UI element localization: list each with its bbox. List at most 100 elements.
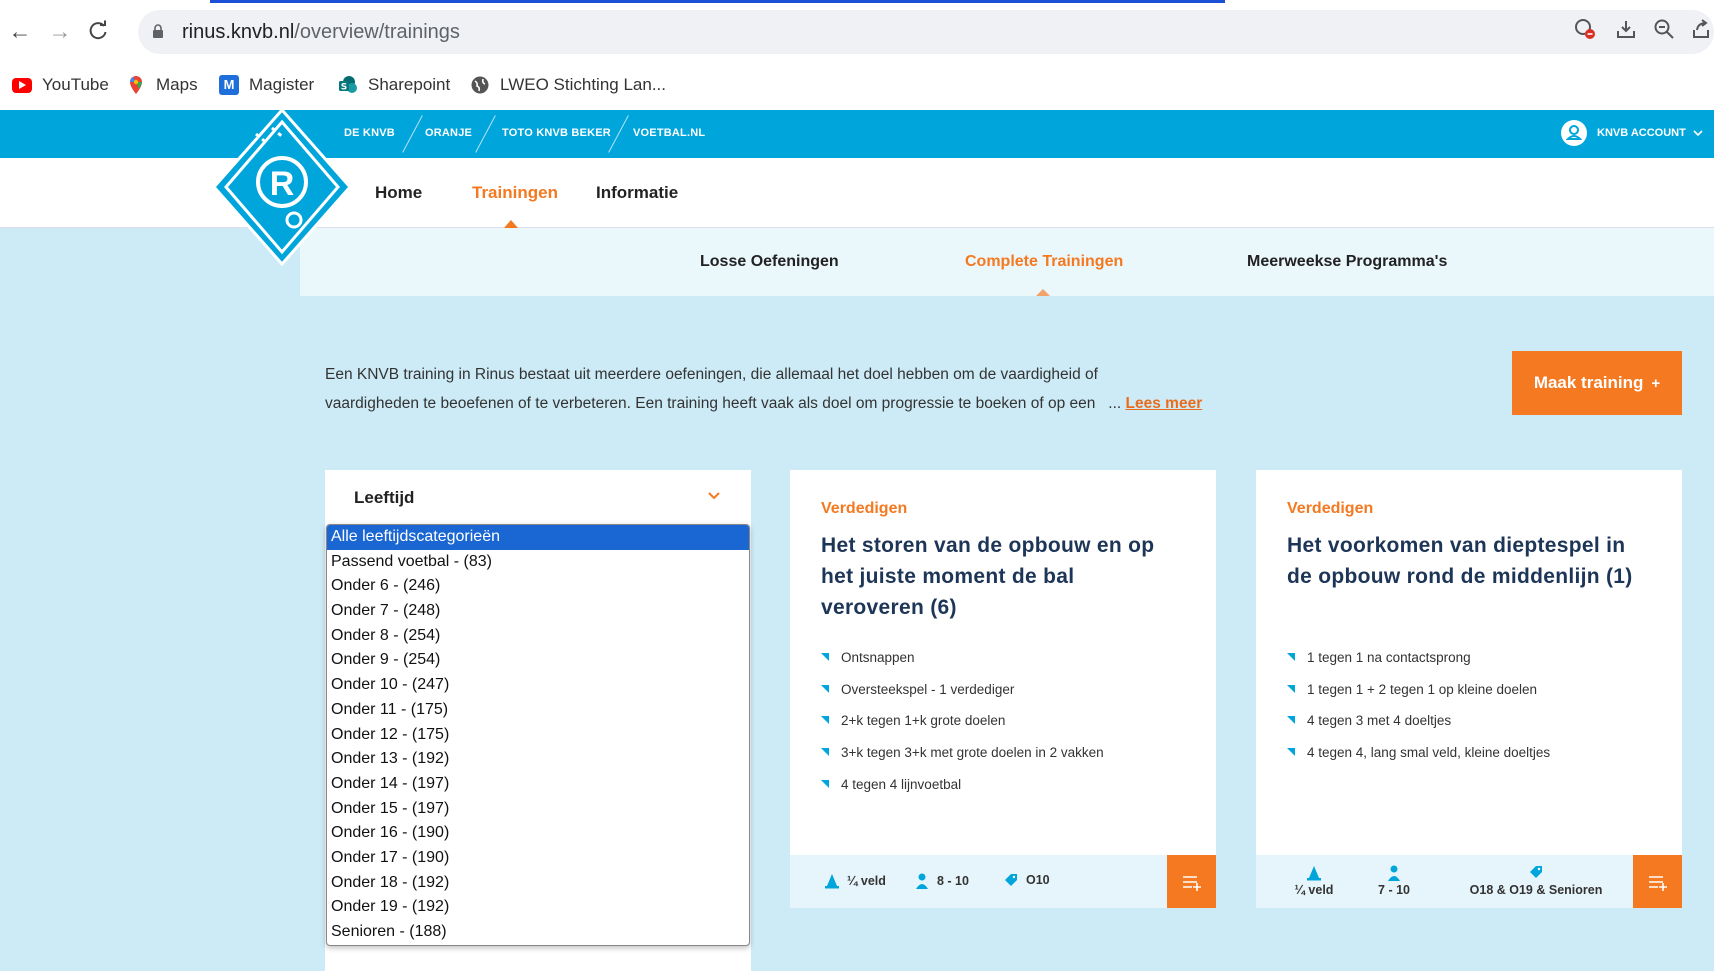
exercise-item: 1 tegen 1 na contactsprong bbox=[1287, 650, 1550, 682]
topnav-toto-knvb-beker[interactable]: TOTO KNVB BEKER bbox=[502, 127, 611, 139]
exercise-item: Oversteekspel - 1 verdediger bbox=[821, 682, 1104, 714]
bookmark-label: Sharepoint bbox=[368, 75, 451, 94]
exercise-label: Oversteekspel - 1 verdediger bbox=[841, 681, 1015, 697]
leeftijd-dropdown[interactable]: Alle leeftijdscategorieën Passend voetba… bbox=[326, 524, 750, 946]
intro-ellipsis: ... bbox=[1108, 395, 1122, 412]
card-title[interactable]: Het storen van de opbouw en op het juist… bbox=[821, 530, 1181, 623]
bullet-icon bbox=[1287, 653, 1295, 661]
bullet-icon bbox=[1287, 684, 1295, 693]
dropdown-option[interactable]: Onder 13 - (192) bbox=[327, 747, 749, 772]
lees-meer-link[interactable]: Lees meer bbox=[1126, 395, 1203, 412]
dropdown-option[interactable]: Onder 9 - (254) bbox=[327, 648, 749, 673]
tag-icon bbox=[1530, 866, 1542, 878]
bookmark-maps[interactable]: Maps bbox=[126, 70, 198, 100]
chevron-down-icon[interactable] bbox=[706, 488, 722, 504]
bookmark-lweo[interactable]: LWEO Stichting Lan... bbox=[470, 70, 666, 100]
url-text[interactable]: rinus.knvb.nl/overview/trainings bbox=[182, 21, 460, 44]
nav-trainingen[interactable]: Trainingen bbox=[472, 183, 558, 203]
dropdown-option[interactable]: Passend voetbal - (83) bbox=[327, 550, 749, 575]
dropdown-option[interactable]: Onder 12 - (175) bbox=[327, 723, 749, 748]
dropdown-option[interactable]: Onder 10 - (247) bbox=[327, 673, 749, 698]
bookmark-label: Maps bbox=[156, 75, 198, 94]
block-icon[interactable] bbox=[1572, 18, 1598, 44]
cone-icon bbox=[825, 874, 839, 889]
active-nav-indicator bbox=[504, 220, 518, 228]
youtube-icon bbox=[12, 77, 32, 93]
leeftijd-filter-label[interactable]: Leeftijd bbox=[354, 488, 414, 508]
forward-button[interactable]: → bbox=[46, 16, 74, 46]
bullet-icon bbox=[821, 684, 829, 693]
dropdown-option[interactable]: Onder 19 - (192) bbox=[327, 895, 749, 920]
install-icon[interactable] bbox=[1613, 18, 1639, 44]
training-card[interactable]: Verdedigen Het storen van de opbouw en o… bbox=[790, 470, 1216, 908]
player-count: 7 - 10 bbox=[1364, 865, 1424, 897]
bullet-icon bbox=[1287, 716, 1295, 725]
exercise-label: 4 tegen 4, lang smal veld, kleine doeltj… bbox=[1307, 745, 1551, 761]
intro-line-1: Een KNVB training in Rinus bestaat uit m… bbox=[325, 366, 1098, 383]
exercise-label: 3+k tegen 3+k met grote doelen in 2 vakk… bbox=[841, 745, 1104, 761]
bookmark-label: LWEO Stichting Lan... bbox=[500, 75, 666, 94]
exercise-label: Ontsnappen bbox=[841, 650, 915, 665]
forward-arrow-icon: → bbox=[48, 18, 72, 44]
add-to-training-button[interactable] bbox=[1633, 855, 1682, 908]
field-size-label: ¼ veld bbox=[847, 874, 886, 888]
add-list-icon bbox=[1183, 876, 1201, 891]
age-tag-label: O18 & O19 & Senioren bbox=[1469, 883, 1603, 897]
card-category: Verdedigen bbox=[821, 500, 908, 517]
subnav-meerweekse-programmas[interactable]: Meerweekse Programma's bbox=[1247, 253, 1447, 271]
bookmark-youtube[interactable]: YouTube bbox=[12, 70, 109, 100]
card-category: Verdedigen bbox=[1287, 500, 1374, 517]
chevron-down-icon bbox=[1693, 130, 1703, 137]
dropdown-option[interactable]: Onder 15 - (197) bbox=[327, 797, 749, 822]
bullet-icon bbox=[821, 716, 829, 725]
exercise-label: 4 tegen 3 met 4 doeltjes bbox=[1307, 713, 1452, 729]
nav-home[interactable]: Home bbox=[375, 183, 422, 203]
dropdown-option[interactable]: Onder 8 - (254) bbox=[327, 624, 749, 649]
bookmark-sharepoint[interactable]: S Sharepoint bbox=[338, 70, 450, 100]
url-path: /overview/trainings bbox=[294, 21, 460, 43]
exercise-item: Ontsnappen bbox=[821, 650, 1104, 682]
dropdown-option[interactable]: Onder 17 - (190) bbox=[327, 846, 749, 871]
lock-icon bbox=[153, 24, 163, 38]
dropdown-option[interactable]: Onder 14 - (197) bbox=[327, 772, 749, 797]
dropdown-option[interactable]: Onder 6 - (246) bbox=[327, 574, 749, 599]
back-arrow-icon: ← bbox=[8, 18, 32, 44]
back-button[interactable]: ← bbox=[6, 16, 34, 46]
age-tag-label: O10 bbox=[1026, 873, 1050, 887]
add-to-training-button[interactable] bbox=[1167, 855, 1216, 908]
subnav-losse-oefeningen[interactable]: Losse Oefeningen bbox=[700, 253, 839, 271]
exercise-item: 4 tegen 4 lijnvoetbal bbox=[821, 777, 1104, 809]
share-icon[interactable] bbox=[1688, 18, 1714, 44]
topnav-voetbal-nl[interactable]: VOETBAL.NL bbox=[633, 127, 705, 139]
bullet-icon bbox=[821, 779, 829, 788]
dropdown-option[interactable]: Senioren - (188) bbox=[327, 920, 749, 945]
zoom-icon[interactable] bbox=[1651, 18, 1677, 44]
field-size-label: ¼ veld bbox=[1294, 883, 1334, 897]
reload-icon bbox=[89, 20, 107, 40]
bookmark-label: YouTube bbox=[42, 75, 109, 94]
card-title[interactable]: Het voorkomen van dieptespel in de opbou… bbox=[1287, 530, 1647, 592]
subnav-complete-trainingen[interactable]: Complete Trainingen bbox=[965, 253, 1123, 271]
maak-training-button[interactable]: Maak training + bbox=[1512, 351, 1682, 415]
dropdown-option[interactable]: Onder 11 - (175) bbox=[327, 698, 749, 723]
rinus-logo[interactable]: R bbox=[212, 108, 352, 266]
training-card[interactable]: Verdedigen Het voorkomen van dieptespel … bbox=[1256, 470, 1682, 908]
reload-button[interactable] bbox=[84, 16, 112, 46]
dropdown-option[interactable]: Onder 16 - (190) bbox=[327, 821, 749, 846]
dropdown-option[interactable]: Onder 7 - (248) bbox=[327, 599, 749, 624]
exercise-label: 4 tegen 4 lijnvoetbal bbox=[841, 776, 962, 792]
nav-informatie[interactable]: Informatie bbox=[596, 183, 678, 203]
player-count-label: 7 - 10 bbox=[1378, 883, 1410, 897]
exercise-list: Ontsnappen Oversteekspel - 1 verdediger … bbox=[821, 650, 1104, 808]
exercise-label: 1 tegen 1 na contactsprong bbox=[1307, 650, 1471, 665]
globe-icon bbox=[471, 76, 489, 94]
tab-strip-highlight bbox=[210, 0, 1225, 3]
bookmark-magister[interactable]: M Magister bbox=[219, 70, 314, 100]
dropdown-option[interactable]: Onder 18 - (192) bbox=[327, 871, 749, 896]
exercise-label: 2+k tegen 1+k grote doelen bbox=[841, 713, 1006, 729]
exercise-list: 1 tegen 1 na contactsprong 1 tegen 1 + 2… bbox=[1287, 650, 1550, 777]
sharepoint-icon: S bbox=[339, 76, 357, 93]
dropdown-option[interactable]: Alle leeftijdscategorieën bbox=[327, 525, 749, 550]
knvb-account-button[interactable]: KNVB ACCOUNT bbox=[1561, 120, 1704, 146]
topnav-oranje[interactable]: ORANJE bbox=[425, 127, 472, 139]
